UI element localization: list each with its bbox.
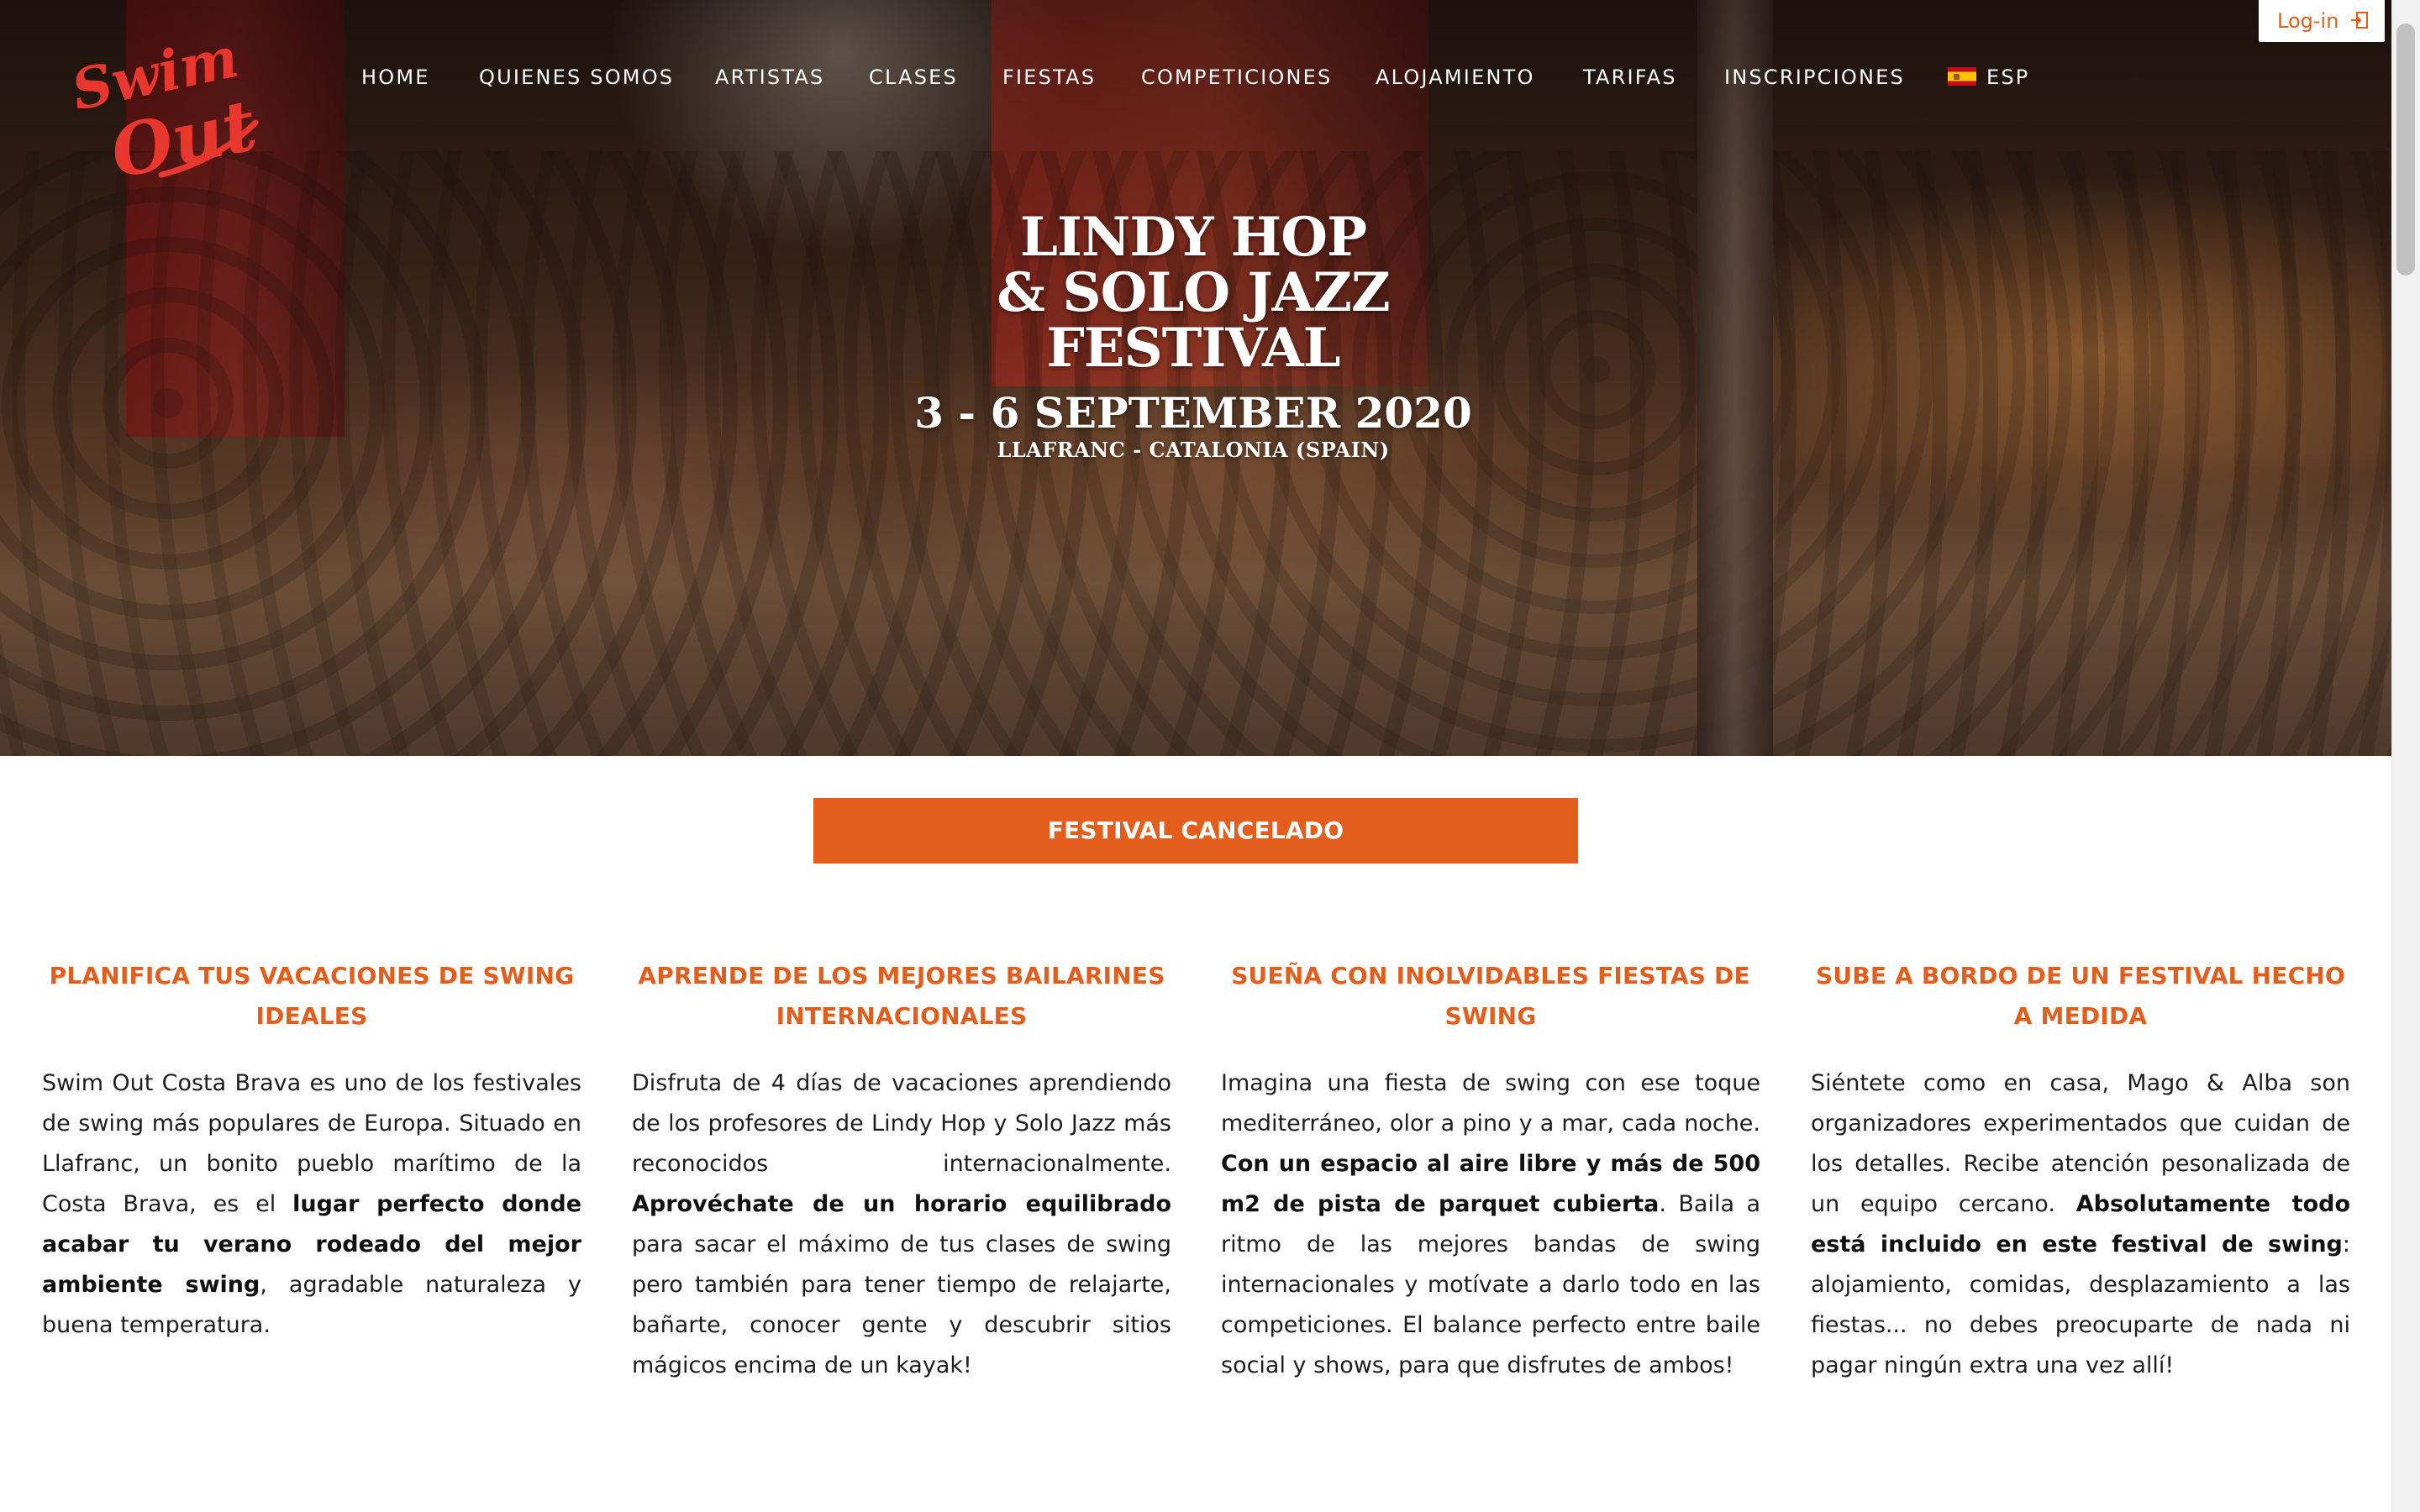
nav-item-clases[interactable]: CLASES [869, 60, 958, 94]
nav-item-artistas[interactable]: ARTISTAS [715, 60, 824, 94]
feature-text: Disfruta de 4 días de vacaciones aprendi… [632, 1070, 1171, 1378]
language-selector[interactable]: ESP [1986, 60, 2029, 94]
main-nav: HOME QUIENES SOMOS ARTISTAS CLASES FIEST… [0, 60, 2391, 94]
headline-line-3: FESTIVAL [1046, 317, 1340, 380]
feature-title: SUEÑA CON INOLVIDABLES FIESTAS DE SWING [1231, 962, 1750, 1030]
feature-column-festival-a-medida: SUBE A BORDO DE UN FESTIVAL HECHO A MEDI… [1811, 956, 2350, 1386]
nav-item-inscripciones[interactable]: INSCRIPCIONES [1724, 60, 1905, 94]
scrollbar-thumb[interactable] [2396, 24, 2415, 276]
login-label: Log-in [2277, 9, 2339, 33]
festival-location: LLAFRANC - CATALONIA (SPAIN) [997, 438, 1390, 462]
headline-line-2: & SOLO JAZZ [997, 261, 1390, 324]
login-button[interactable]: Log-in [2259, 0, 2385, 42]
feature-text: Siéntete como en casa, Mago & Alba son o… [1811, 1070, 2350, 1378]
nav-item-quienes-somos[interactable]: QUIENES SOMOS [479, 60, 674, 94]
spain-flag-icon[interactable] [1948, 67, 1976, 86]
feature-title: APRENDE DE LOS MEJORES BAILARINES INTERN… [638, 962, 1165, 1030]
feature-text: Imagina una fiesta de swing con ese toqu… [1221, 1070, 1760, 1378]
feature-title: PLANIFICA TUS VACACIONES DE SWING IDEALE… [49, 962, 575, 1030]
festival-cancelled-button[interactable]: FESTIVAL CANCELADO [813, 798, 1578, 864]
festival-headline: LINDY HOP & SOLO JAZZ FESTIVAL 3 - 6 SEP… [840, 210, 1546, 462]
hero-banner: Swim Out HOME QUIENES SOMOS ARTISTAS CLA… [0, 0, 2391, 756]
headline-line-1: LINDY HOP [1019, 206, 1367, 269]
feature-title: SUBE A BORDO DE UN FESTIVAL HECHO A MEDI… [1816, 962, 2345, 1030]
nav-item-home[interactable]: HOME [361, 60, 430, 94]
nav-item-alojamiento[interactable]: ALOJAMIENTO [1376, 60, 1535, 94]
feature-column-vacaciones: PLANIFICA TUS VACACIONES DE SWING IDEALE… [42, 956, 581, 1346]
feature-column-fiestas: SUEÑA CON INOLVIDABLES FIESTAS DE SWING … [1221, 956, 1760, 1386]
login-icon [2351, 12, 2368, 29]
festival-date: 3 - 6 SEPTEMBER 2020 [914, 388, 1472, 438]
nav-item-fiestas[interactable]: FIESTAS [1002, 60, 1096, 94]
feature-column-bailarines: APRENDE DE LOS MEJORES BAILARINES INTERN… [632, 956, 1171, 1386]
nav-item-tarifas[interactable]: TARIFAS [1583, 60, 1677, 94]
feature-text: Swim Out Costa Brava es uno de los festi… [42, 1070, 582, 1338]
nav-item-competiciones[interactable]: COMPETICIONES [1141, 60, 1332, 94]
